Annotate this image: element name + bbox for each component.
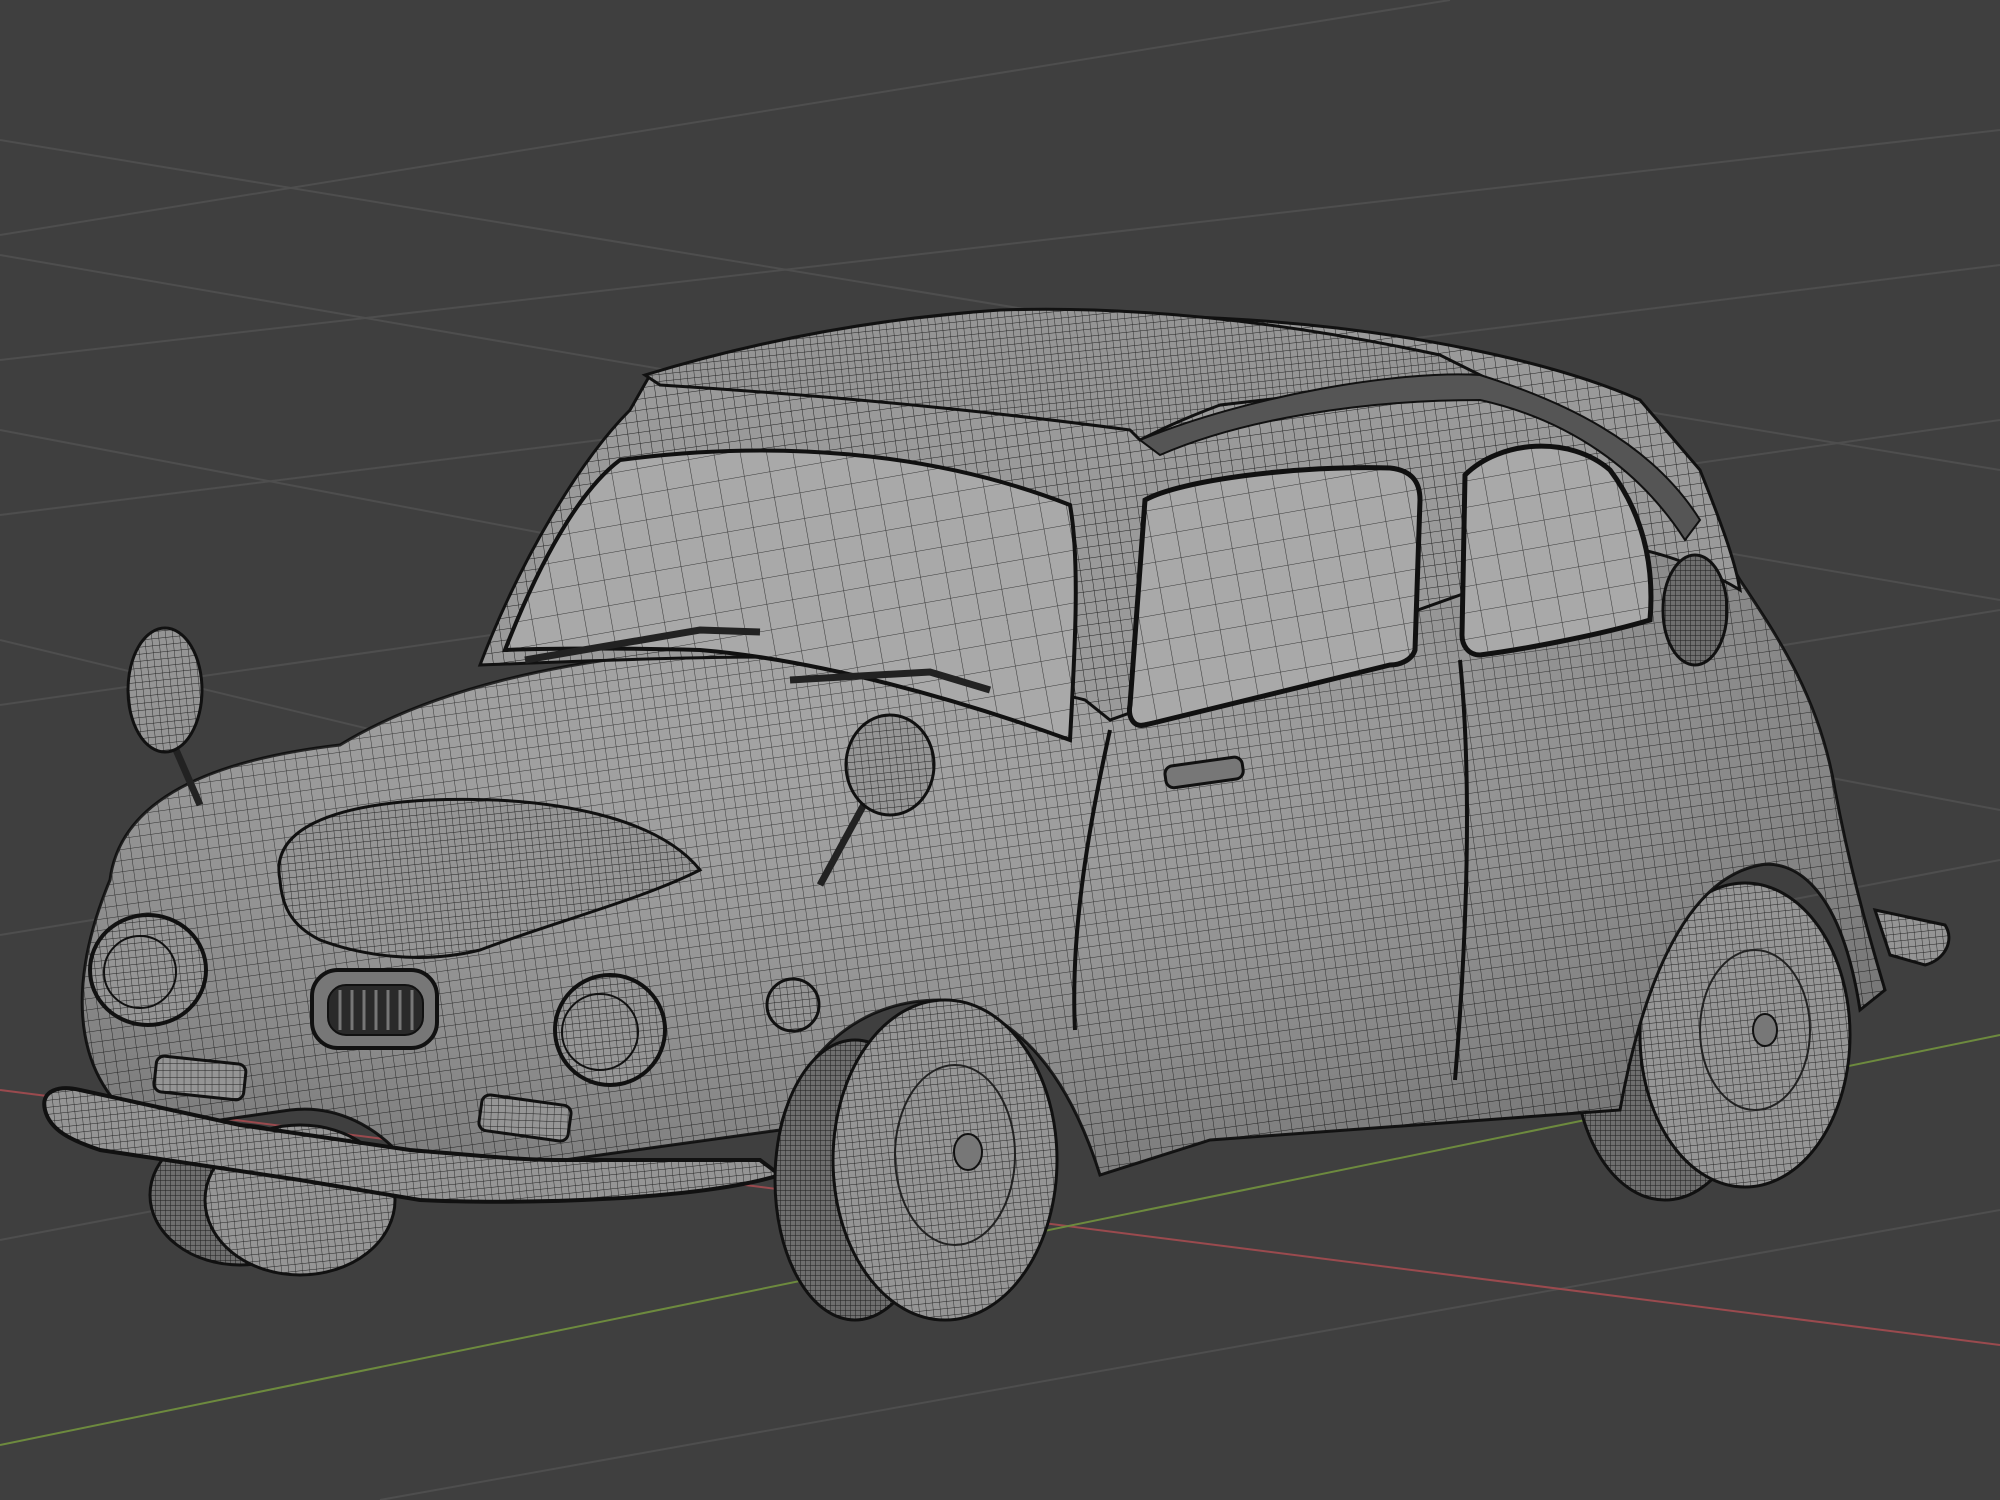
left-headlight: [88, 913, 208, 1027]
3d-viewport[interactable]: [0, 0, 2000, 1500]
fog-light-left: [152, 1054, 248, 1102]
turn-signal: [765, 977, 821, 1033]
right-headlight: [553, 973, 667, 1087]
viewport-canvas[interactable]: [0, 0, 2000, 1500]
front-grille: [310, 968, 439, 1050]
tail-light: [1661, 553, 1729, 667]
mirror-left[interactable]: [126, 626, 204, 807]
car-model[interactable]: [42, 307, 1951, 1322]
rear-bumper[interactable]: [1872, 907, 1951, 967]
